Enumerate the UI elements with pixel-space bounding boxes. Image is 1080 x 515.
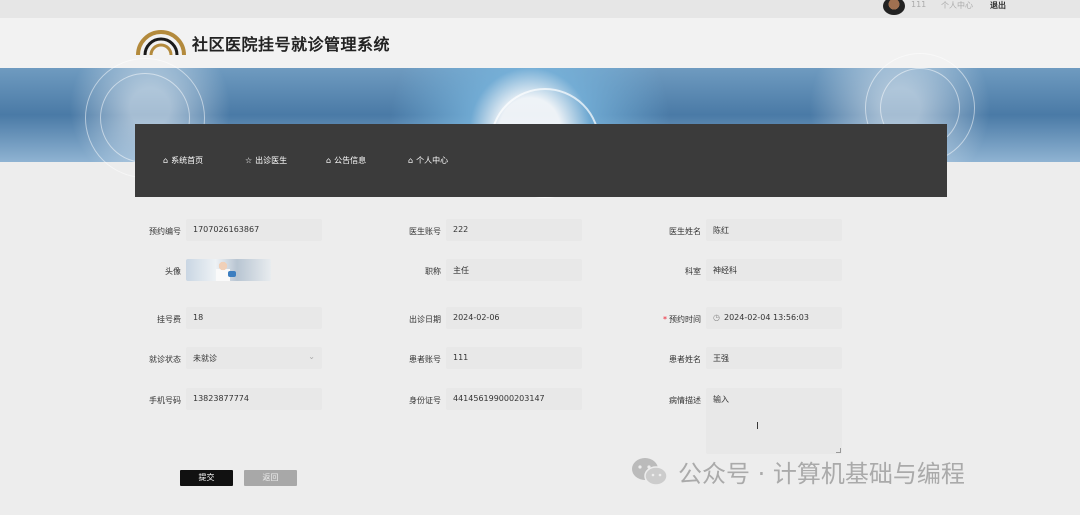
appointment-no-field[interactable]: 1707026163867 xyxy=(186,219,322,241)
desc-textarea[interactable]: 输入 xyxy=(706,388,842,454)
fee-label: 挂号费 xyxy=(157,315,181,324)
desc-label: 病情描述 xyxy=(669,396,701,405)
avatar-label: 头像 xyxy=(165,267,181,276)
nav-item-label: 系统首页 xyxy=(171,156,204,165)
doctor-account-label: 医生账号 xyxy=(409,227,441,236)
doctor-photo-detail xyxy=(228,271,236,277)
submit-button[interactable]: 提交 xyxy=(180,470,233,486)
visit-date-field[interactable]: 2024-02-06 xyxy=(446,307,582,329)
fee-field[interactable]: 18 xyxy=(186,307,322,329)
personal-center-link[interactable]: 个人中心 xyxy=(941,0,973,11)
watermark: 公众号 · 计算机基础与编程 xyxy=(630,454,965,489)
appointment-time-label: * 预约时间 xyxy=(641,314,701,325)
nav-item-label: 公告信息 xyxy=(334,156,367,165)
home-icon: ⌂ xyxy=(163,156,169,165)
id-field[interactable]: 441456199000203147 xyxy=(446,388,582,410)
id-label: 身份证号 xyxy=(409,396,441,405)
back-button[interactable]: 返回 xyxy=(244,470,297,486)
appointment-no-label: 预约编号 xyxy=(149,227,181,236)
username: 111 xyxy=(911,0,927,9)
site-title: 社区医院挂号就诊管理系统 xyxy=(192,35,391,54)
resize-handle-icon[interactable] xyxy=(836,448,841,453)
dept-label: 科室 xyxy=(685,267,701,276)
patient-name-field[interactable]: 王强 xyxy=(706,347,842,369)
nav-item-home[interactable]: ⌂ 系统首页 xyxy=(163,155,203,166)
visit-date-label: 出诊日期 xyxy=(409,315,441,324)
wechat-icon xyxy=(632,457,668,486)
status-select[interactable]: 未就诊 ⌄ xyxy=(186,347,322,369)
user-avatar[interactable] xyxy=(883,0,905,15)
text-cursor-icon: I xyxy=(756,421,759,432)
appointment-time-value: 2024-02-04 13:56:03 xyxy=(723,313,809,322)
patient-account-field[interactable]: 111 xyxy=(446,347,582,369)
status-label: 就诊状态 xyxy=(149,355,181,364)
desc-value: 输入 xyxy=(713,395,729,404)
phone-field[interactable]: 13823877774 xyxy=(186,388,322,410)
appointment-time-field[interactable]: ◷ 2024-02-04 13:56:03 xyxy=(706,307,842,329)
doctor-account-field[interactable]: 222 xyxy=(446,219,582,241)
appointment-time-label-text: 预约时间 xyxy=(669,315,701,324)
home-icon: ⌂ xyxy=(408,156,414,165)
logout-link[interactable]: 退出 xyxy=(990,0,1006,11)
doctor-name-label: 医生姓名 xyxy=(669,227,701,236)
patient-name-label: 患者姓名 xyxy=(669,355,701,364)
title-field[interactable]: 主任 xyxy=(446,259,582,281)
doctor-photo xyxy=(186,259,271,281)
required-mark: * xyxy=(663,315,667,324)
nav-item-doctors[interactable]: ☆ 出诊医生 xyxy=(245,155,287,166)
main-nav: ⌂ 系统首页 ☆ 出诊医生 ⌂ 公告信息 ⌂ 个人中心 xyxy=(135,124,947,197)
chevron-down-icon: ⌄ xyxy=(308,352,315,361)
nav-item-label: 出诊医生 xyxy=(255,156,288,165)
notice-icon: ⌂ xyxy=(326,156,332,165)
title-label: 职称 xyxy=(425,267,441,276)
watermark-text: 公众号 · 计算机基础与编程 xyxy=(678,460,965,488)
doctor-name-field[interactable]: 陈红 xyxy=(706,219,842,241)
nav-item-label: 个人中心 xyxy=(416,156,449,165)
star-icon: ☆ xyxy=(245,156,253,165)
site-logo-icon xyxy=(136,30,186,56)
clock-icon: ◷ xyxy=(713,313,720,322)
patient-account-label: 患者账号 xyxy=(409,355,441,364)
nav-item-notices[interactable]: ⌂ 公告信息 xyxy=(326,155,366,166)
dept-field[interactable]: 神经科 xyxy=(706,259,842,281)
top-bar: 111 个人中心 退出 xyxy=(0,0,1080,18)
status-value: 未就诊 xyxy=(193,354,217,363)
nav-item-personal-center[interactable]: ⌂ 个人中心 xyxy=(408,155,448,166)
phone-label: 手机号码 xyxy=(149,396,181,405)
